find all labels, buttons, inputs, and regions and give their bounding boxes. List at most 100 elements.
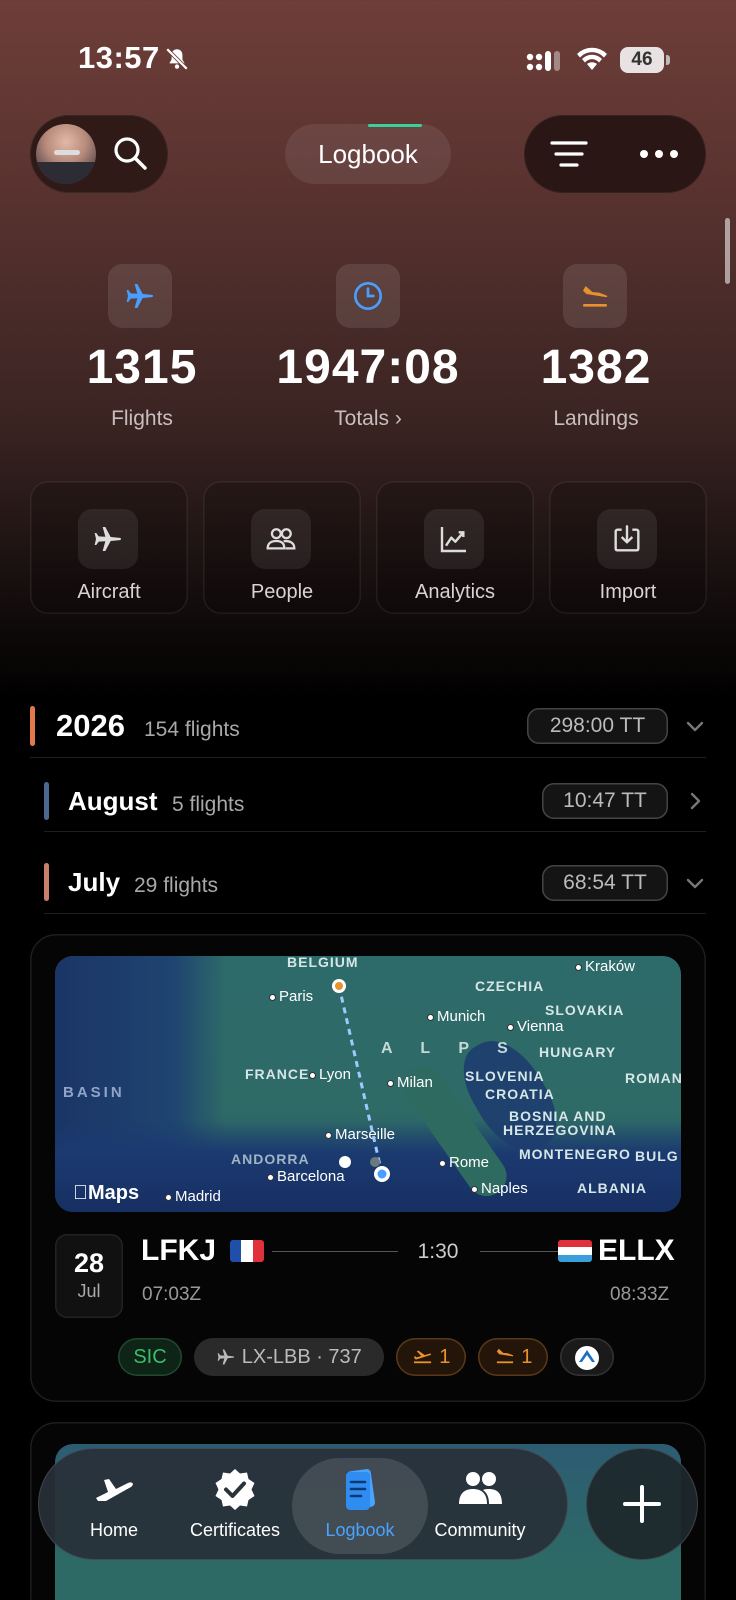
tile-people[interactable]: People — [203, 481, 361, 614]
title-accent-line — [368, 124, 422, 127]
flight-duration: 1:30 — [417, 1240, 459, 1263]
august-tt-badge: 10:47 TT — [542, 783, 668, 819]
year-color-bar — [30, 706, 35, 746]
takeoff-icon — [412, 1346, 440, 1368]
july-color-bar — [44, 863, 49, 901]
aircraft-text: LX-LBB · 737 — [241, 1346, 362, 1368]
july-count: 29 flights — [134, 874, 219, 897]
verified-badge-icon — [215, 1469, 255, 1510]
flights-label: Flights — [111, 407, 173, 430]
august-title[interactable]: August — [68, 786, 158, 817]
divider — [44, 913, 706, 914]
arrival-time: 08:33Z — [610, 1284, 670, 1305]
stat-landings-icon-box — [563, 264, 627, 328]
filter-icon[interactable] — [550, 137, 588, 171]
status-time: 13:57 — [78, 40, 160, 75]
chevron-down-icon[interactable] — [684, 715, 706, 737]
year-count: 154 flights — [144, 718, 240, 741]
logbook-icon — [346, 1469, 376, 1510]
header-actions — [524, 115, 706, 193]
july-tt-badge: 68:54 TT — [542, 865, 668, 901]
plane-icon — [126, 284, 153, 308]
tile-analytics[interactable]: Analytics — [376, 481, 534, 614]
tab-logbook[interactable]: Logbook — [300, 1466, 420, 1541]
bell-muted-icon — [165, 47, 189, 71]
flight-card[interactable]: BELGIUM CZECHIA SLOVAKIA HUNGARY FRANCE … — [30, 934, 706, 1402]
divider — [30, 757, 706, 758]
landings-badge: 1 — [478, 1338, 548, 1376]
chart-icon — [440, 527, 466, 553]
arrival-icao: ELLX — [598, 1234, 675, 1267]
tile-people-label: People — [250, 581, 314, 603]
plus-icon — [623, 1485, 661, 1523]
role-badge: SIC — [118, 1338, 182, 1376]
flight-month: Jul — [77, 1281, 101, 1301]
tile-aircraft-label: Aircraft — [77, 581, 141, 603]
tab-certificates[interactable]: Certificates — [175, 1466, 295, 1541]
landings-count: 1382 — [540, 341, 652, 394]
plane-icon — [96, 1479, 133, 1501]
tab-logbook-label: Logbook — [325, 1520, 395, 1540]
maps-brand: Maps — [73, 1182, 139, 1204]
landing-icon — [583, 286, 608, 307]
battery-level: 46 — [620, 47, 664, 73]
july-title[interactable]: July — [68, 867, 120, 898]
route-line — [332, 979, 390, 1182]
flight-date: 28 Jul — [55, 1234, 123, 1318]
maps-attribution: Maps — [73, 1182, 139, 1205]
tab-community[interactable]: Community — [420, 1466, 540, 1541]
route-divider — [272, 1251, 398, 1252]
chevron-right-icon[interactable] — [684, 790, 706, 812]
july-tt-unit: TT — [621, 871, 647, 894]
avatar[interactable] — [36, 124, 96, 184]
aircraft-badge: LX-LBB · 737 — [194, 1338, 384, 1376]
landings-label: Landings — [553, 407, 639, 430]
scroll-indicator[interactable] — [725, 218, 730, 284]
august-tt-value: 10:47 — [563, 789, 616, 812]
search-icon[interactable] — [112, 135, 148, 171]
route-map[interactable]: BELGIUM CZECHIA SLOVAKIA HUNGARY FRANCE … — [55, 956, 681, 1212]
july-tt-value: 68:54 — [563, 871, 616, 894]
tile-import-label: Import — [599, 581, 657, 603]
tab-home[interactable]: Home — [54, 1466, 174, 1541]
airline-logo-icon — [560, 1338, 614, 1376]
august-count: 5 flights — [172, 793, 245, 816]
clock-icon — [354, 282, 382, 310]
tile-aircraft[interactable]: Aircraft — [30, 481, 188, 614]
plane-icon — [94, 527, 121, 551]
people-icon — [266, 528, 296, 550]
wifi-icon — [577, 47, 607, 70]
people-icon — [459, 1472, 502, 1504]
stat-flights-icon-box — [108, 264, 172, 328]
landing-icon — [494, 1346, 522, 1368]
departure-time: 07:03Z — [142, 1284, 202, 1305]
departure-icao: LFKJ — [141, 1234, 216, 1267]
year-title[interactable]: 2026 — [56, 708, 125, 744]
more-options-icon[interactable] — [638, 137, 680, 171]
flight-day: 28 — [73, 1248, 105, 1278]
divider — [44, 831, 706, 832]
chevron-down-icon[interactable] — [684, 872, 706, 894]
august-color-bar — [44, 782, 49, 820]
import-icon — [614, 525, 640, 552]
flights-count: 1315 — [86, 341, 198, 394]
plane-icon — [216, 1339, 236, 1377]
year-tt-value: 298:00 — [549, 714, 615, 737]
totals-link[interactable]: Totals › — [286, 407, 450, 431]
luxembourg-flag-icon — [558, 1240, 592, 1262]
add-flight-button[interactable] — [586, 1448, 698, 1560]
tab-home-label: Home — [89, 1520, 138, 1540]
takeoffs-count: 1 — [439, 1346, 451, 1368]
page-title-text: Logbook — [318, 139, 418, 169]
august-tt-unit: TT — [621, 789, 647, 812]
tile-import[interactable]: Import — [549, 481, 707, 614]
landings-count-chip: 1 — [521, 1346, 533, 1368]
year-tt-badge: 298:00 TT — [527, 708, 668, 744]
role-text: SIC — [133, 1346, 167, 1368]
page-title: Logbook — [285, 124, 451, 184]
tab-community-label: Community — [434, 1520, 526, 1540]
tile-analytics-label: Analytics — [414, 581, 496, 603]
totals-time[interactable]: 1947:08 — [256, 340, 480, 395]
takeoffs-badge: 1 — [396, 1338, 466, 1376]
stat-totals-icon-box — [336, 264, 400, 328]
